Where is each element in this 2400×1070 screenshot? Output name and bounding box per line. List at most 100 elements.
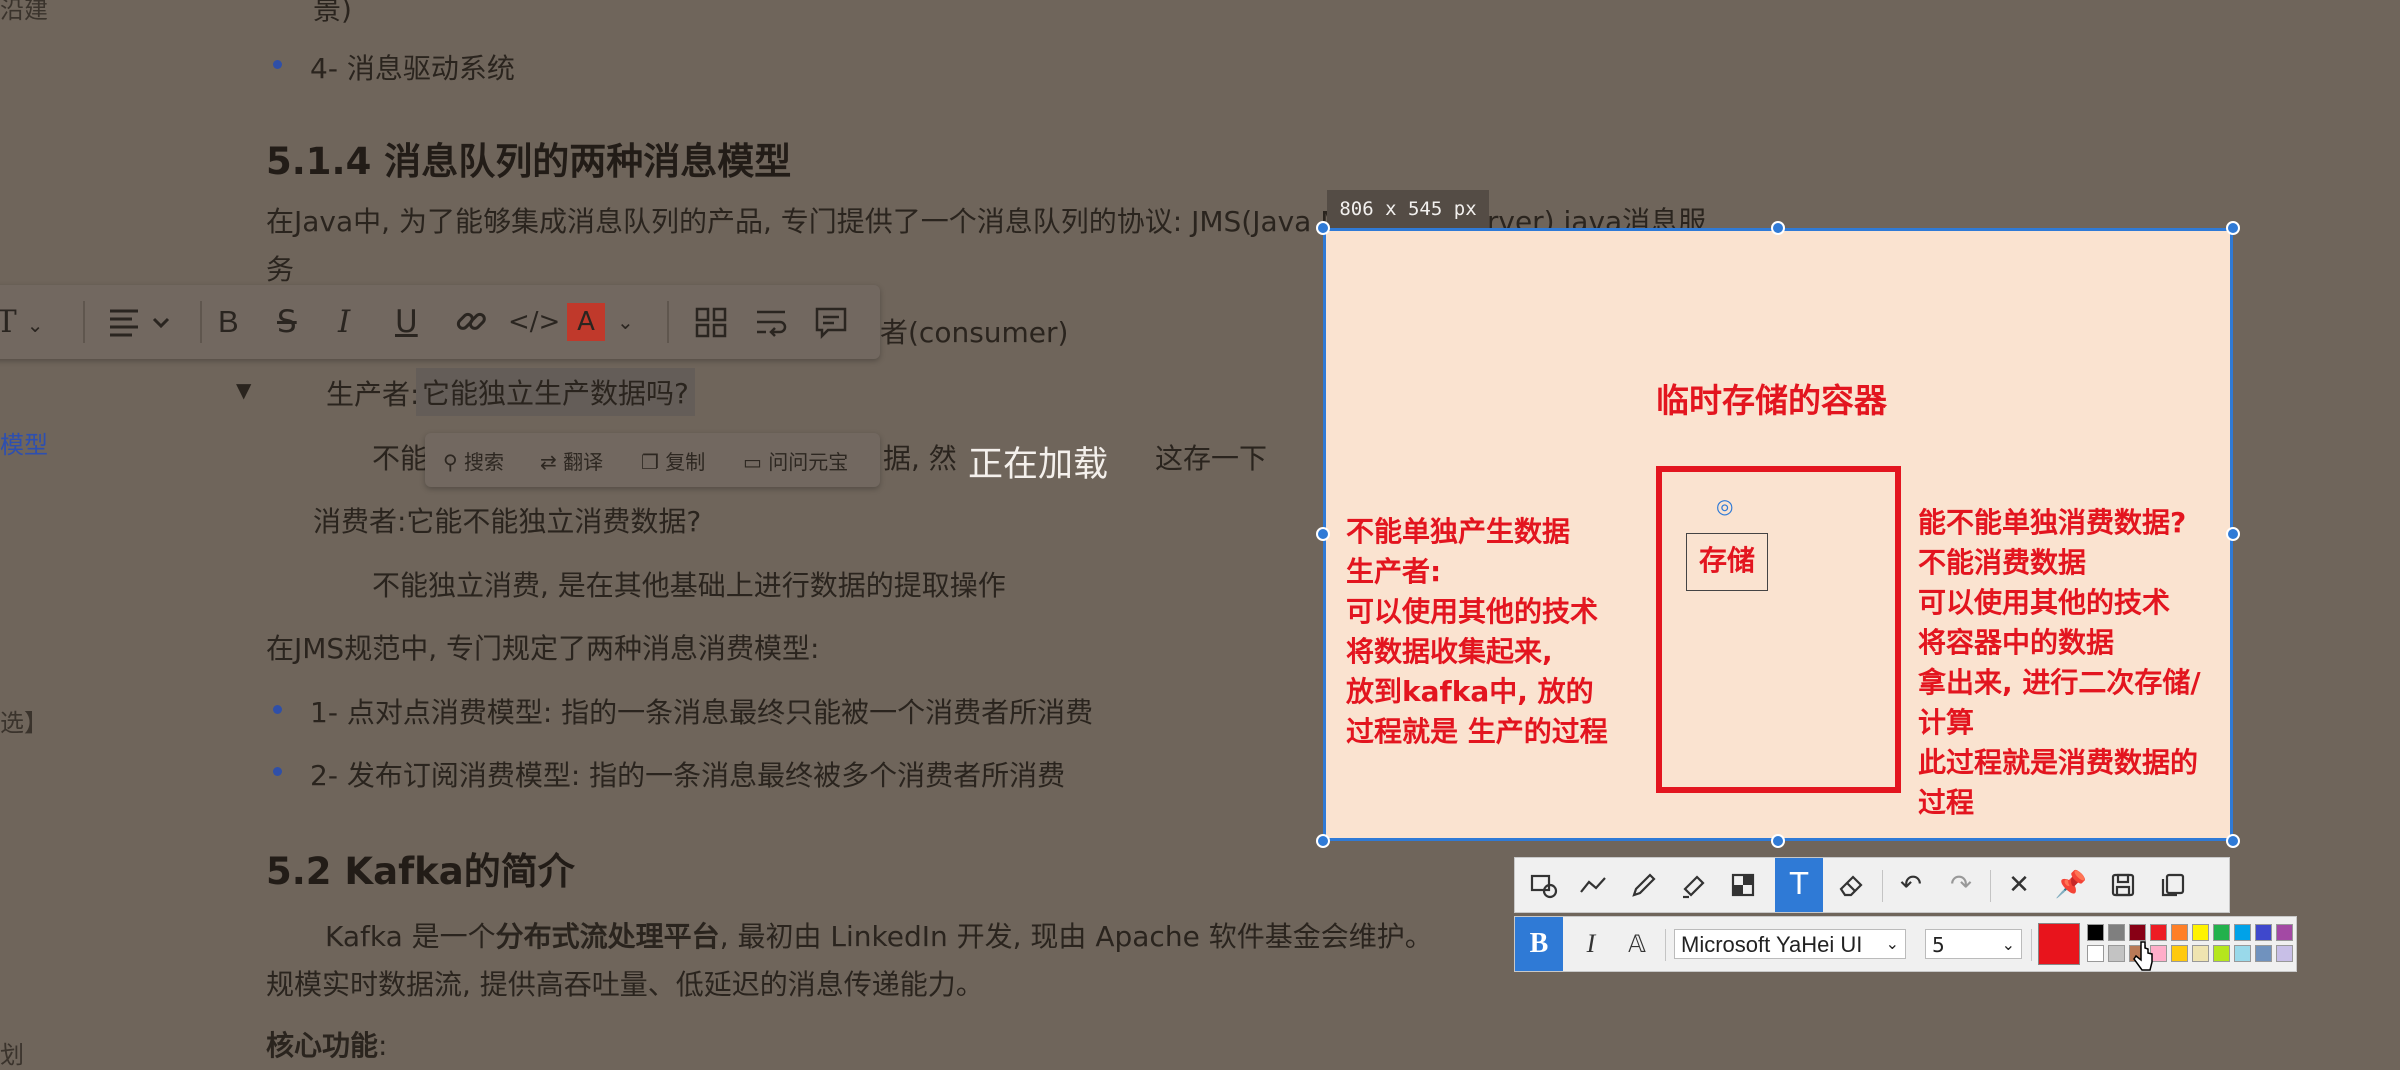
toolbar-divider	[1990, 870, 1991, 902]
producer-answer-start: 不能	[372, 442, 429, 475]
align-dropdown[interactable]	[108, 303, 176, 341]
font-family-select[interactable]: Microsoft YaHei UI ⌄	[1674, 929, 1906, 959]
color-swatch[interactable]	[2234, 945, 2251, 962]
list-item: 1- 点对点消费模型: 指的一条消息最终只能被一个消费者所消费	[310, 696, 1094, 729]
color-swatch[interactable]	[2234, 924, 2251, 941]
container-title: 临时存储的容器	[1656, 381, 1887, 420]
comment-icon[interactable]	[814, 303, 848, 341]
color-swatch[interactable]	[2255, 945, 2272, 962]
selected-text[interactable]: 它能独立生产数据吗?	[416, 368, 695, 416]
apps-grid-icon[interactable]	[694, 303, 728, 341]
color-swatch[interactable]	[2171, 924, 2188, 941]
highlighter-tool-icon[interactable]	[1673, 865, 1713, 905]
text-style-dropdown[interactable]: T ⌄	[0, 303, 43, 341]
producer-note-line: 放到kafka中, 放的	[1346, 675, 1594, 708]
search-action[interactable]: ⚲ 搜索	[443, 446, 504, 475]
producer-note-line: 生产者:	[1346, 555, 1442, 588]
font-size-select[interactable]: 5 ⌄	[1925, 929, 2022, 959]
paragraph-jms-cont: 务	[266, 253, 295, 286]
storage-container	[1656, 466, 1901, 793]
resize-handle-tr[interactable]	[2226, 221, 2240, 235]
consumer-note-line: 可以使用其他的技术	[1918, 586, 2171, 619]
shape-tool-icon[interactable]	[1523, 865, 1563, 905]
save-icon[interactable]	[2103, 865, 2143, 905]
left-link-model[interactable]: 模型	[0, 425, 48, 460]
link-icon[interactable]	[453, 303, 489, 341]
resize-handle-br[interactable]	[2226, 834, 2240, 848]
text-italic-toggle[interactable]: I	[1571, 924, 1611, 964]
pen-tool-icon[interactable]	[1623, 865, 1663, 905]
color-swatch[interactable]	[2192, 924, 2209, 941]
consumer-note-line: 拿出来, 进行二次存储/	[1918, 666, 2201, 699]
resize-handle-l[interactable]	[1316, 527, 1330, 541]
text-bold-toggle[interactable]: B	[1515, 917, 1563, 971]
underline-button[interactable]: U	[395, 303, 418, 341]
resize-handle-t[interactable]	[1771, 221, 1785, 235]
mosaic-tool-icon[interactable]	[1723, 865, 1763, 905]
text-wrap-icon[interactable]	[754, 303, 788, 341]
color-swatch[interactable]	[2276, 945, 2293, 962]
color-swatch[interactable]	[2150, 924, 2167, 941]
italic-button[interactable]: I	[338, 303, 350, 341]
color-swatch[interactable]	[2108, 924, 2125, 941]
color-swatch[interactable]	[2171, 945, 2188, 962]
mouse-cursor-icon	[2131, 940, 2155, 978]
selection-toolbar: ⚲ 搜索 ⇄ 翻译 ❐ 复制 ▭ 问问元宝	[425, 433, 880, 487]
producer-note-line: 过程就是 生产的过程	[1346, 715, 1608, 748]
resize-handle-bl[interactable]	[1316, 834, 1330, 848]
chevron-down-icon: ⌄	[2001, 935, 2015, 954]
left-fragment-top: 沿建	[0, 0, 48, 24]
text-outline-icon[interactable]: 𝔸	[1617, 924, 1657, 964]
eraser-tool-icon[interactable]	[1831, 865, 1871, 905]
undo-icon[interactable]: ↶	[1891, 865, 1931, 905]
redo-icon[interactable]: ↷	[1941, 865, 1981, 905]
current-color-swatch[interactable]	[2038, 923, 2080, 965]
consumer-question: 消费者:它能不能独立消费数据?	[313, 505, 702, 538]
close-icon[interactable]: ✕	[1999, 865, 2039, 905]
color-swatch[interactable]	[2255, 924, 2272, 941]
copy-to-clipboard-icon[interactable]	[2153, 865, 2193, 905]
text-tool-icon[interactable]: T	[1775, 858, 1823, 912]
core-features-colon: :	[378, 1029, 388, 1062]
toolbar-divider	[1665, 929, 1666, 961]
color-swatch[interactable]	[2213, 945, 2230, 962]
copy-icon: ❐	[641, 450, 659, 474]
translate-icon: ⇄	[540, 450, 557, 474]
bullet-dot	[273, 767, 282, 776]
ask-yuanbao-action[interactable]: ▭ 问问元宝	[743, 446, 848, 475]
producer-answer-tail: 这存一下	[1155, 442, 1268, 475]
bold-button[interactable]: B	[218, 303, 239, 341]
heading-5-1-4: 5.1.4 消息队列的两种消息模型	[266, 140, 792, 183]
color-swatch[interactable]	[2129, 924, 2146, 941]
resize-handle-b[interactable]	[1771, 834, 1785, 848]
bullet-dot	[273, 705, 282, 714]
color-swatch[interactable]	[2108, 945, 2125, 962]
code-button[interactable]: </>	[508, 303, 560, 341]
polyline-tool-icon[interactable]	[1573, 865, 1613, 905]
font-color-button[interactable]: A	[567, 303, 605, 341]
loading-overlay: 正在加载	[968, 445, 1109, 485]
color-swatch[interactable]	[2213, 924, 2230, 941]
collapse-triangle-icon[interactable]: ▼	[236, 378, 251, 402]
font-color-dropdown[interactable]: ⌄	[617, 303, 634, 341]
toolbar-divider	[667, 301, 669, 343]
color-swatch[interactable]	[2087, 945, 2104, 962]
translate-action[interactable]: ⇄ 翻译	[540, 446, 603, 475]
pin-icon[interactable]: 📌	[2051, 865, 2091, 905]
resize-handle-tl[interactable]	[1316, 221, 1330, 235]
search-icon: ⚲	[443, 450, 458, 474]
producer-note-line: 可以使用其他的技术	[1346, 595, 1599, 628]
kafka-text-a: Kafka 是一个	[325, 920, 496, 953]
text-fragment-top: 景)	[313, 0, 352, 26]
consumer-note-line: 计算	[1918, 706, 1975, 739]
left-fragment-bottom: 划	[0, 1041, 24, 1069]
list-item: 4- 消息驱动系统	[310, 52, 515, 85]
strikethrough-button[interactable]: S	[277, 303, 297, 341]
color-swatch[interactable]	[2276, 924, 2293, 941]
color-swatch[interactable]	[2192, 945, 2209, 962]
resize-handle-r[interactable]	[2226, 527, 2240, 541]
copy-action[interactable]: ❐ 复制	[641, 446, 705, 475]
color-swatch[interactable]	[2087, 924, 2104, 941]
producer-note-line: 将数据收集起来,	[1346, 635, 1553, 668]
producer-note-line: 不能单独产生数据	[1346, 515, 1571, 548]
